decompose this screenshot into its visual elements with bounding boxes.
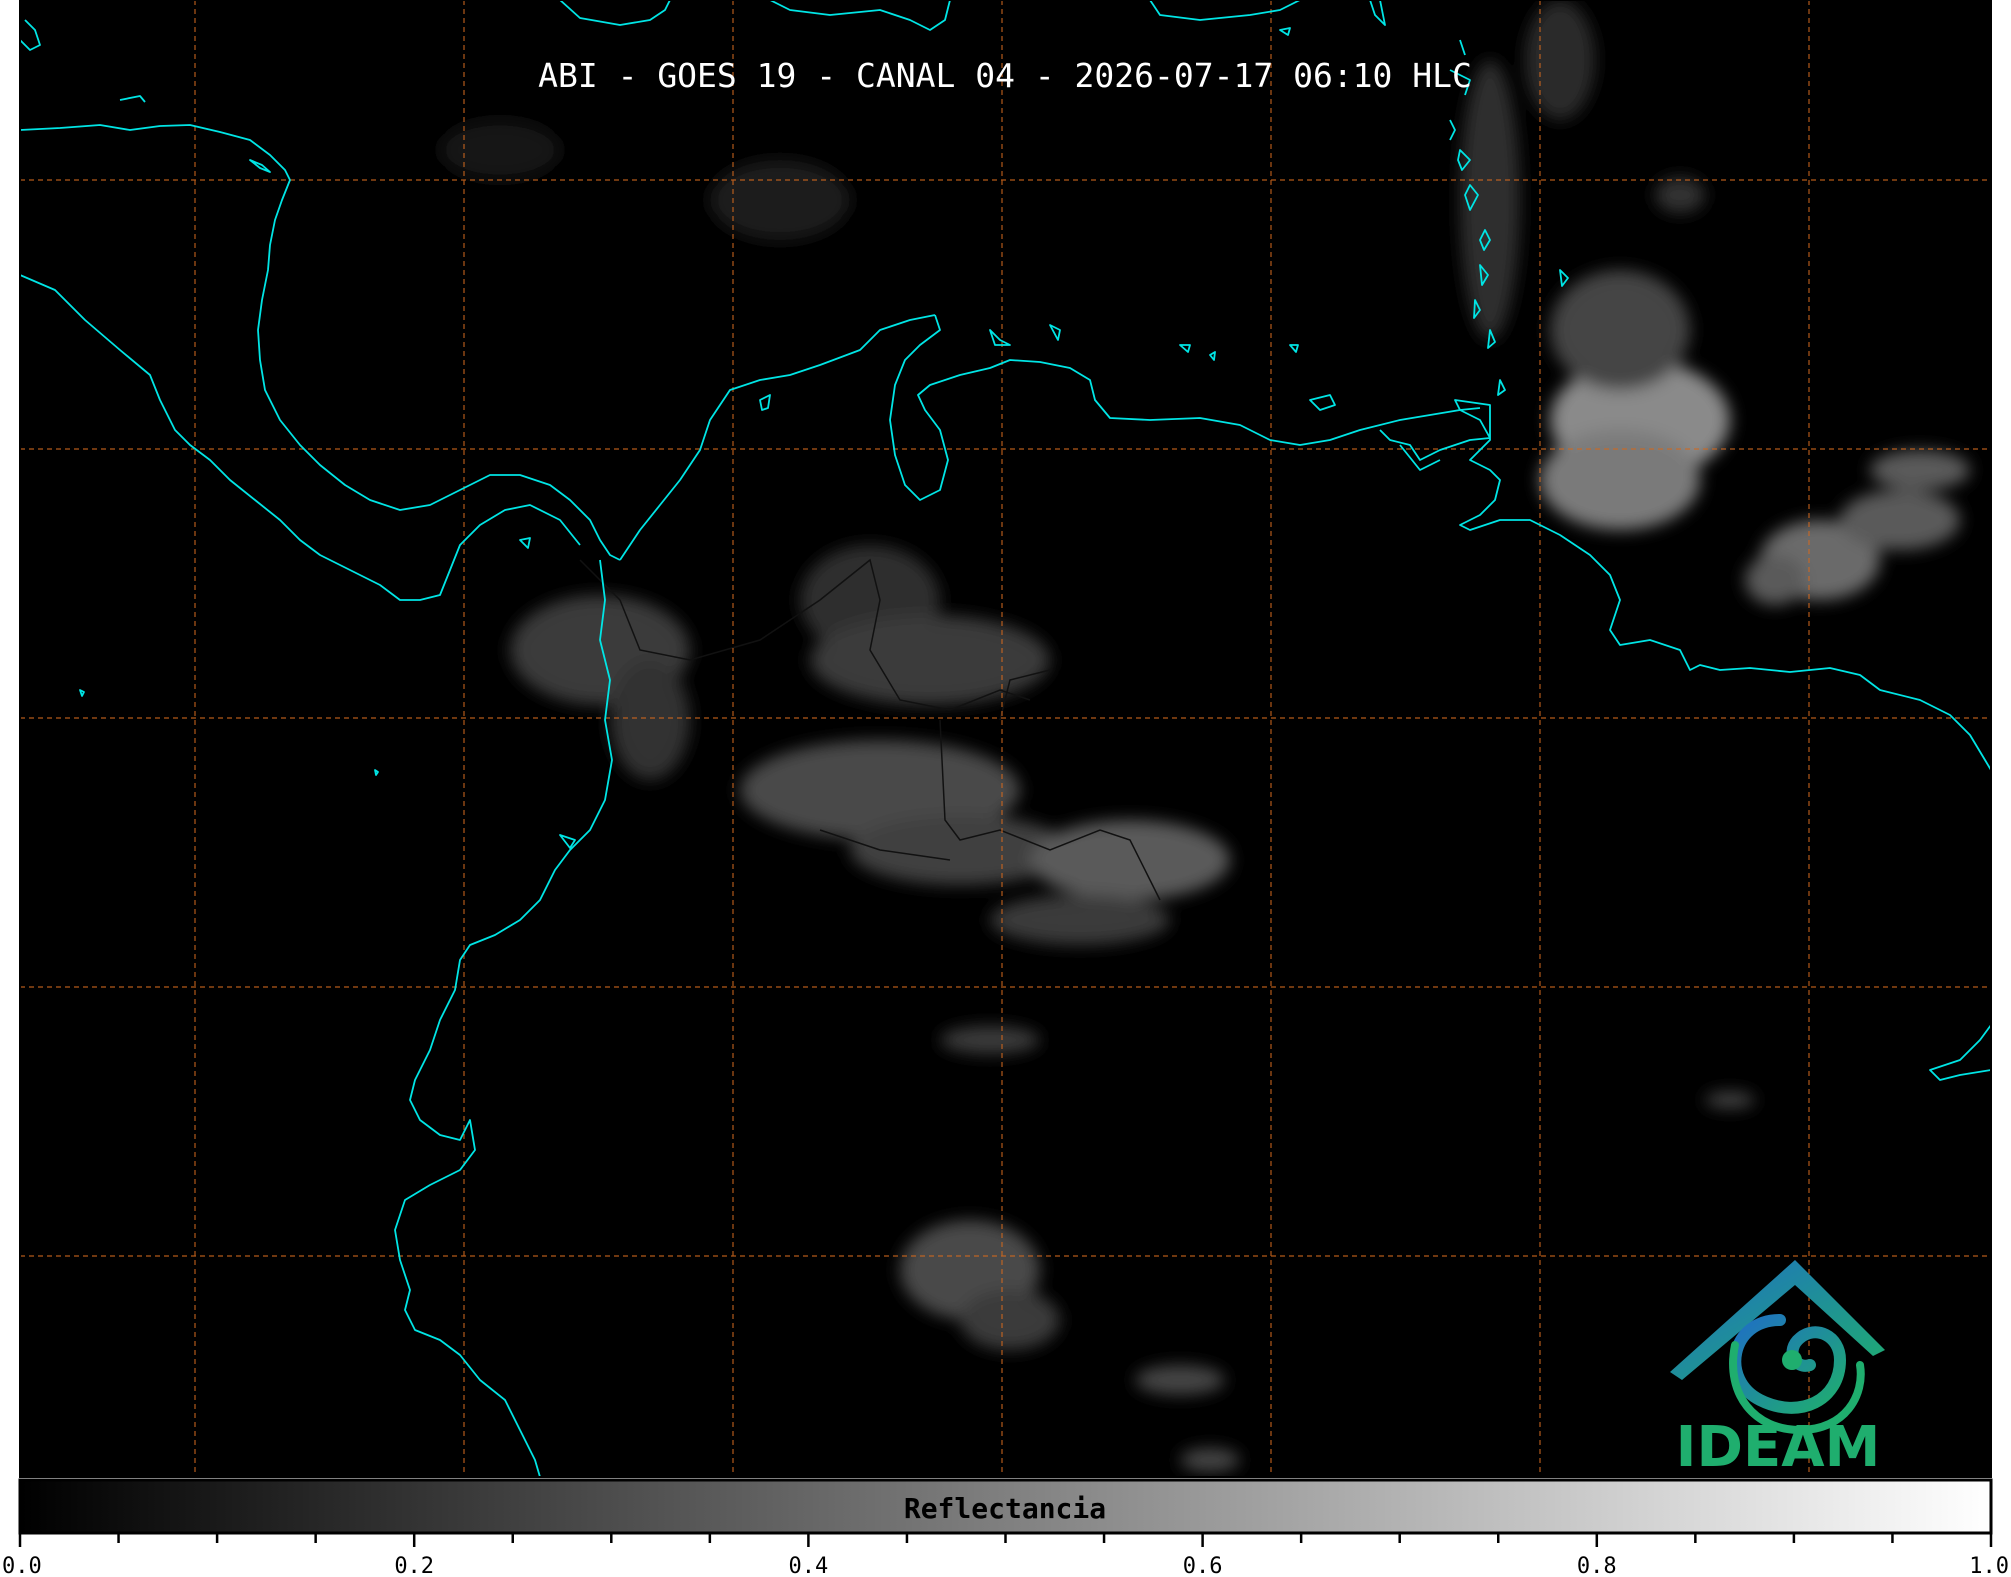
- ideam-logo-text: IDEAM: [1676, 1415, 1881, 1480]
- map-title: ABI - GOES 19 - CANAL 04 - 2026-07-17 06…: [538, 56, 1472, 95]
- satellite-map: ABI - GOES 19 - CANAL 04 - 2026-07-17 06…: [19, 0, 1992, 1480]
